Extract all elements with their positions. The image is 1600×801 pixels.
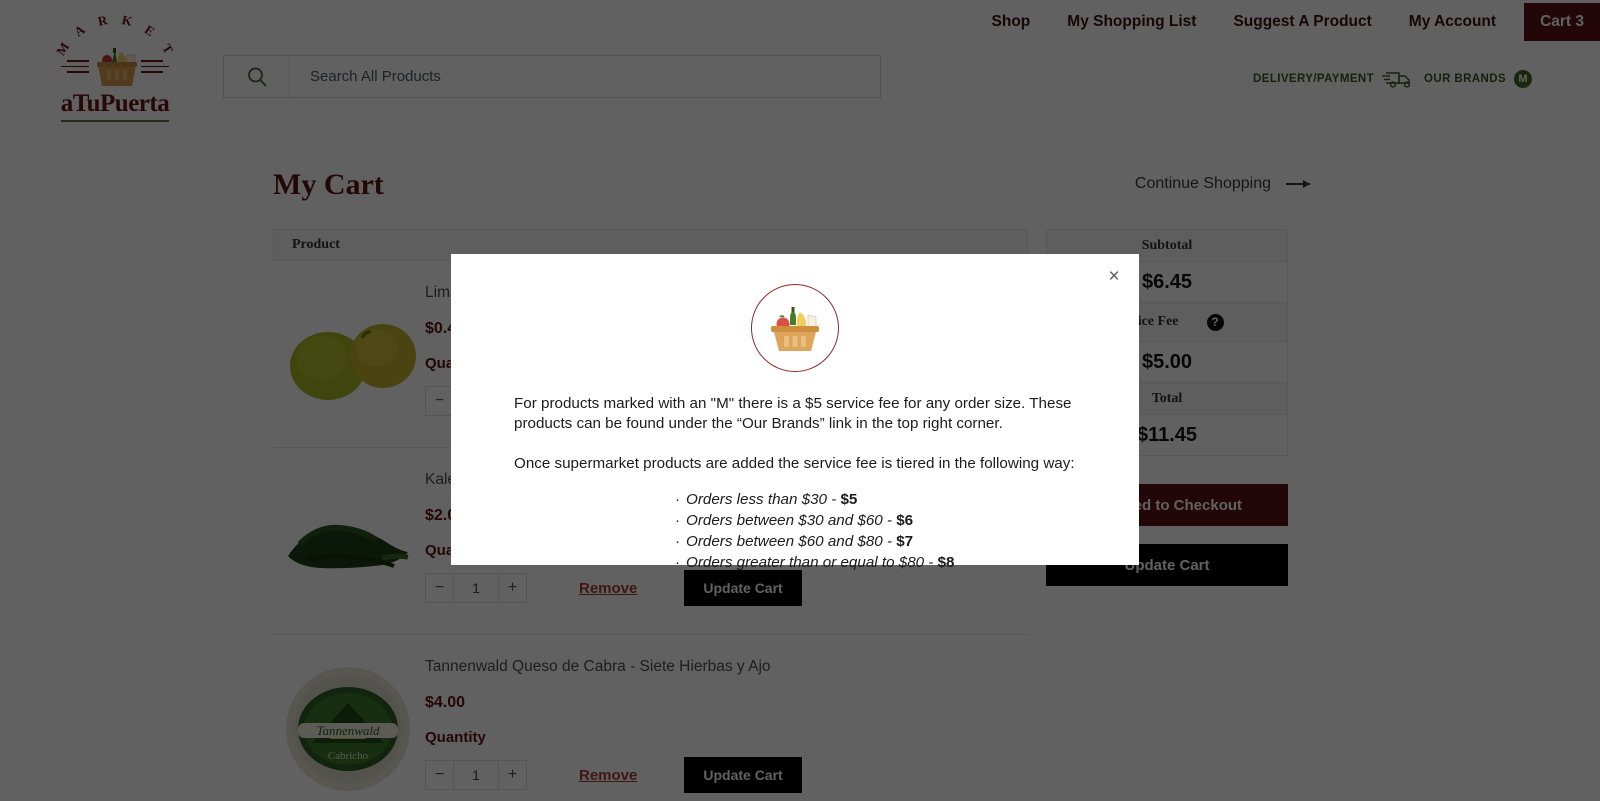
service-fee-tier-item: Orders between $60 and $80 - $7 (514, 532, 1076, 553)
modal-body: For products marked with an "M" there is… (451, 372, 1139, 574)
tier-condition: Orders less than $30 - (686, 491, 841, 509)
tier-condition: Orders greater than or equal to $80 - (686, 554, 938, 572)
tier-fee: $5 (840, 491, 858, 509)
service-fee-tier-item: Orders greater than or equal to $80 - $8 (514, 553, 1076, 574)
service-fee-tier-list: Orders less than $30 - $5Orders between … (514, 490, 1076, 574)
tier-condition: Orders between $30 and $60 - (686, 512, 897, 530)
tier-fee: $7 (896, 533, 914, 551)
service-fee-modal: × For products marked with an "M" there … (451, 254, 1139, 574)
modal-paragraph-1: For products marked with an "M" there is… (514, 395, 1072, 433)
tier-condition: Orders between $60 and $80 - (686, 533, 897, 551)
page-root: MARKET aTuPuerta (0, 0, 1600, 801)
close-icon[interactable]: × (1102, 264, 1126, 288)
grocery-basket-icon (751, 284, 839, 372)
service-fee-tier-item: Orders between $30 and $60 - $6 (514, 511, 1076, 532)
modal-paragraph-2: Once supermarket products are added the … (514, 455, 1075, 473)
tier-fee: $8 (937, 554, 955, 572)
tier-fee: $6 (896, 512, 914, 530)
service-fee-tier-item: Orders less than $30 - $5 (514, 490, 1076, 511)
